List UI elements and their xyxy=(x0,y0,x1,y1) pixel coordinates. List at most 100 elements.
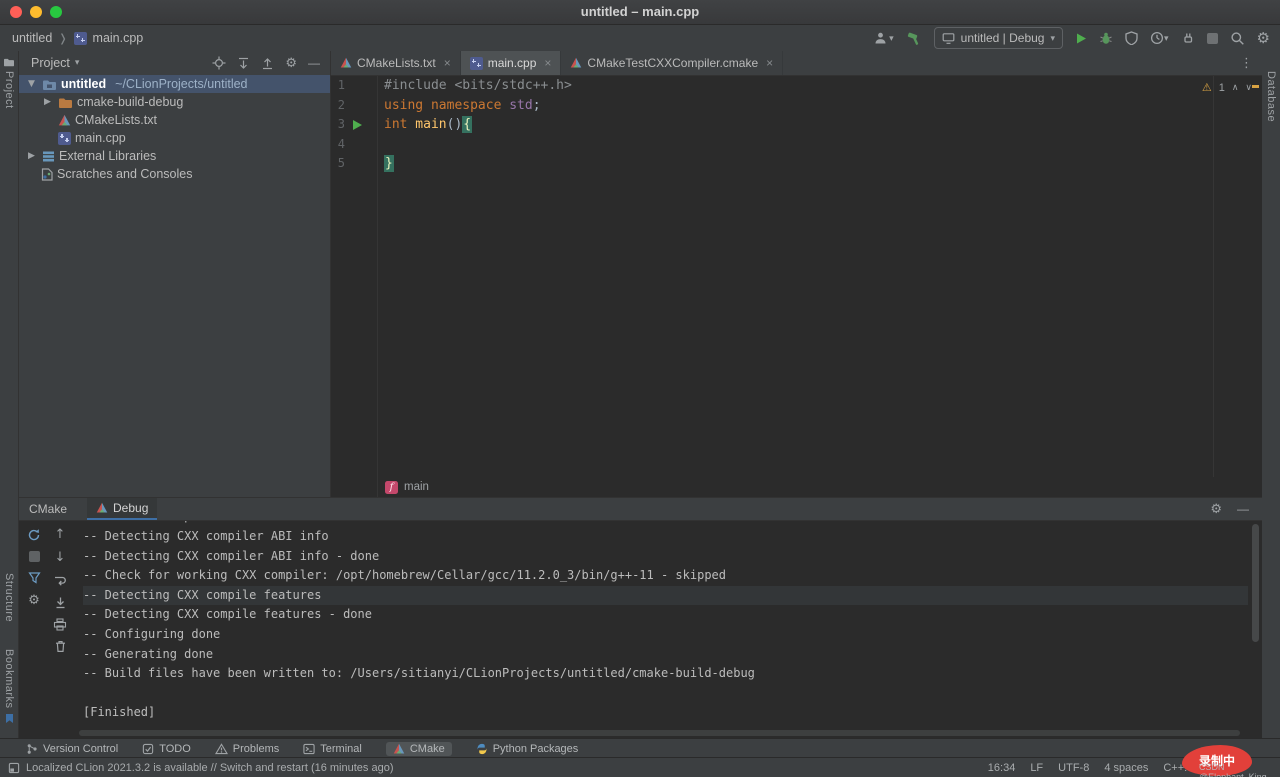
profiler-icon[interactable]: ▾ xyxy=(1150,31,1169,45)
code-editor[interactable]: 1 2 3 4 5 #include <bits/stdc++.h> using… xyxy=(331,76,1262,497)
warning-stripe-mark[interactable] xyxy=(1252,85,1259,88)
cmake-tool-window: CMake Debug ⚙ — ⚙ ↑ ↓ -- Detecting CXX c… xyxy=(19,497,1262,740)
status-message[interactable]: Localized CLion 2021.3.2 is available //… xyxy=(8,762,394,774)
status-bar: Localized CLion 2021.3.2 is available //… xyxy=(0,757,1280,777)
filter-icon[interactable] xyxy=(27,571,41,584)
scratches-icon xyxy=(41,167,53,181)
attach-process-icon[interactable] xyxy=(1181,31,1195,45)
settings-gear-icon[interactable]: ⚙ xyxy=(1257,29,1270,47)
prev-problem-icon[interactable]: ∧ xyxy=(1232,83,1239,93)
hard-wrap-guide xyxy=(1213,76,1214,477)
encoding-widget[interactable]: UTF-8 xyxy=(1058,762,1089,774)
tab-main-cpp[interactable]: main.cpp × xyxy=(460,51,562,75)
tool-window-switcher-icon[interactable] xyxy=(8,762,20,774)
tree-row-scratches[interactable]: Scratches and Consoles xyxy=(19,165,330,183)
toolbar-terminal[interactable]: Terminal xyxy=(303,743,362,755)
inspection-widget[interactable]: ⚠ 1 ∧ ∨ xyxy=(1202,81,1252,94)
tab-cmaketestcxxcompiler[interactable]: CMakeTestCXXCompiler.cmake × xyxy=(561,51,784,75)
next-problem-icon[interactable]: ∨ xyxy=(1245,83,1252,93)
console-output[interactable]: -- Detecting CXX compiler ABI info -- De… xyxy=(83,521,1248,723)
tree-row-untitled[interactable]: ▼ untitled ~/CLionProjects/untitled xyxy=(19,75,330,93)
project-tool-window: Project ▾ ⚙ — ▼ untitled ~/CLionProjects… xyxy=(19,51,331,497)
stripe-structure-button[interactable]: Structure xyxy=(0,573,18,622)
close-tab-icon[interactable]: × xyxy=(544,56,551,70)
function-icon: f xyxy=(385,480,398,494)
tool-window-title[interactable]: CMake xyxy=(29,502,67,516)
down-arrow-icon[interactable]: ↓ xyxy=(55,551,66,565)
status-widgets: 16:34 LF UTF-8 4 spaces C++: unti xyxy=(988,762,1208,774)
tree-row-main-cpp[interactable]: main.cpp xyxy=(19,129,330,147)
settings-gear-icon[interactable]: ⚙ xyxy=(285,56,297,71)
tab-debug[interactable]: Debug xyxy=(87,498,158,520)
expand-all-icon[interactable] xyxy=(237,57,250,70)
close-tab-icon[interactable]: × xyxy=(766,56,773,70)
toolbar-todo[interactable]: TODO xyxy=(142,743,191,755)
warning-count: 1 xyxy=(1218,81,1225,94)
chevron-right-icon[interactable]: ▶ xyxy=(25,151,38,161)
collapse-all-icon[interactable] xyxy=(261,57,274,70)
chevron-right-icon[interactable]: ▶ xyxy=(41,97,54,107)
stripe-database-button[interactable]: Database xyxy=(1262,71,1280,122)
breadcrumb-file[interactable]: main.cpp xyxy=(93,31,144,45)
tree-row-cmakelists[interactable]: CMakeLists.txt xyxy=(19,111,330,129)
tool-window-header: CMake Debug ⚙ — xyxy=(19,498,1262,521)
settings-gear-icon[interactable]: ⚙ xyxy=(1210,502,1222,517)
cmake-profile-icon xyxy=(96,502,108,514)
locate-file-icon[interactable] xyxy=(212,56,226,70)
toolbar-python-packages[interactable]: Python Packages xyxy=(476,743,578,755)
stop-icon[interactable] xyxy=(28,551,40,562)
horizontal-scrollbar[interactable] xyxy=(79,730,1240,736)
run-line-icon[interactable] xyxy=(353,120,362,130)
chevron-down-icon: ▾ xyxy=(1164,32,1169,43)
coverage-shield-icon[interactable] xyxy=(1125,31,1138,45)
breadcrumb: untitled ❭ main.cpp xyxy=(12,25,143,51)
cpp-file-icon xyxy=(469,56,483,70)
hide-panel-icon[interactable]: — xyxy=(308,56,320,70)
chevron-down-icon[interactable]: ▼ xyxy=(25,79,38,89)
close-brace-highlight: } xyxy=(384,155,394,172)
indent-widget[interactable]: 4 spaces xyxy=(1104,762,1148,774)
toolbar-cmake[interactable]: CMake xyxy=(385,741,452,756)
debug-bug-icon[interactable] xyxy=(1099,31,1113,45)
open-brace-highlight: { xyxy=(462,116,473,133)
breadcrumb-function[interactable]: main xyxy=(404,481,429,493)
up-arrow-icon[interactable]: ↑ xyxy=(55,528,66,542)
stop-button[interactable] xyxy=(1206,32,1218,44)
folder-icon xyxy=(3,57,15,67)
stripe-bookmarks-button[interactable]: Bookmarks xyxy=(0,649,18,724)
chevron-down-icon: ▾ xyxy=(889,32,894,43)
line-separator-widget[interactable]: LF xyxy=(1030,762,1043,774)
tab-cmakelists[interactable]: CMakeLists.txt × xyxy=(331,51,461,75)
clear-trash-icon[interactable] xyxy=(54,640,67,653)
cmake-file-icon xyxy=(58,114,71,127)
clock-widget[interactable]: 16:34 xyxy=(988,762,1016,774)
tab-options-icon[interactable]: ⋮ xyxy=(1240,56,1262,71)
toolbar-version-control[interactable]: Version Control xyxy=(26,743,118,755)
python-icon xyxy=(476,743,488,755)
tree-row-cmake-build-debug[interactable]: ▶ cmake-build-debug xyxy=(19,93,330,111)
window-title: untitled – main.cpp xyxy=(580,4,700,19)
build-hammer-icon[interactable] xyxy=(906,31,922,46)
project-panel-title[interactable]: Project xyxy=(31,56,70,70)
hide-panel-icon[interactable]: — xyxy=(1237,502,1249,516)
breadcrumb-project[interactable]: untitled xyxy=(12,31,52,45)
code-area[interactable]: #include <bits/stdc++.h> using namespace… xyxy=(384,76,1202,174)
titlebar: untitled – main.cpp xyxy=(0,0,1280,25)
close-tab-icon[interactable]: × xyxy=(444,56,451,70)
scroll-to-end-icon[interactable] xyxy=(54,596,67,609)
vertical-scrollbar[interactable] xyxy=(1252,524,1259,642)
editor-breadcrumb: f main xyxy=(331,477,1280,497)
profile-icon[interactable]: ▾ xyxy=(874,31,894,45)
tree-row-external-libraries[interactable]: ▶ External Libraries xyxy=(19,147,330,165)
tool-window-actions: ⚙ — xyxy=(1210,502,1249,517)
run-config-select[interactable]: untitled | Debug ▾ xyxy=(933,27,1064,49)
print-icon[interactable] xyxy=(53,618,67,631)
search-everywhere-icon[interactable] xyxy=(1230,31,1245,46)
cmake-settings-gear-icon[interactable]: ⚙ xyxy=(28,593,40,608)
stripe-project-button[interactable]: Project xyxy=(0,57,18,109)
run-button[interactable] xyxy=(1075,32,1087,45)
tool-window-bar: Version Control TODO Problems Terminal C… xyxy=(0,738,1280,758)
toolbar-problems[interactable]: Problems xyxy=(214,743,279,755)
soft-wrap-icon[interactable] xyxy=(53,574,67,587)
reload-cmake-icon[interactable] xyxy=(27,528,41,542)
